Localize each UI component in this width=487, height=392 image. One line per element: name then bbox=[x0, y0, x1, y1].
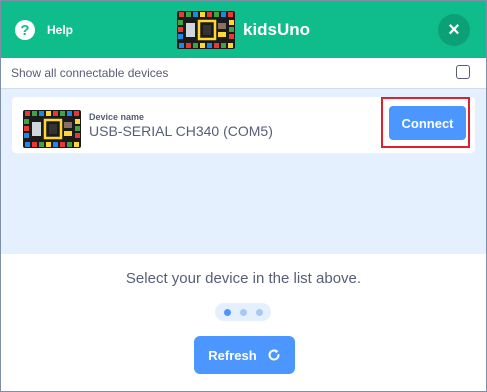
help-label: Help bbox=[47, 23, 74, 37]
circuit-board-icon bbox=[177, 11, 235, 49]
device-name: USB-SERIAL CH340 (COM5) bbox=[89, 123, 273, 139]
refresh-icon bbox=[268, 349, 280, 361]
show-all-row: Show all connectable devices bbox=[1, 58, 486, 89]
app-title: kidsUno bbox=[243, 20, 311, 39]
refresh-button[interactable]: Refresh bbox=[194, 336, 295, 374]
connection-dialog: ? Help kidsUno × Show all connectable de bbox=[0, 0, 487, 392]
show-all-checkbox[interactable] bbox=[456, 65, 470, 79]
step-dot bbox=[255, 308, 263, 316]
close-button[interactable]: × bbox=[438, 14, 470, 46]
close-icon: × bbox=[448, 19, 460, 41]
connect-button[interactable]: Connect bbox=[389, 106, 466, 140]
step-dot bbox=[223, 308, 231, 316]
dialog-footer: Select your device in the list above. Re… bbox=[1, 254, 486, 391]
device-name-caption: Device name bbox=[89, 112, 145, 122]
step-dot bbox=[239, 308, 247, 316]
circuit-board-icon bbox=[23, 110, 81, 148]
help-button[interactable]: ? Help bbox=[15, 19, 73, 41]
help-icon: ? bbox=[15, 20, 35, 40]
dialog-header: ? Help kidsUno × bbox=[1, 1, 486, 58]
refresh-label: Refresh bbox=[208, 347, 257, 363]
dialog-title: kidsUno bbox=[177, 11, 310, 49]
step-indicator bbox=[215, 303, 271, 321]
show-all-label: Show all connectable devices bbox=[11, 66, 169, 80]
instruction-text: Select your device in the list above. bbox=[125, 270, 362, 287]
